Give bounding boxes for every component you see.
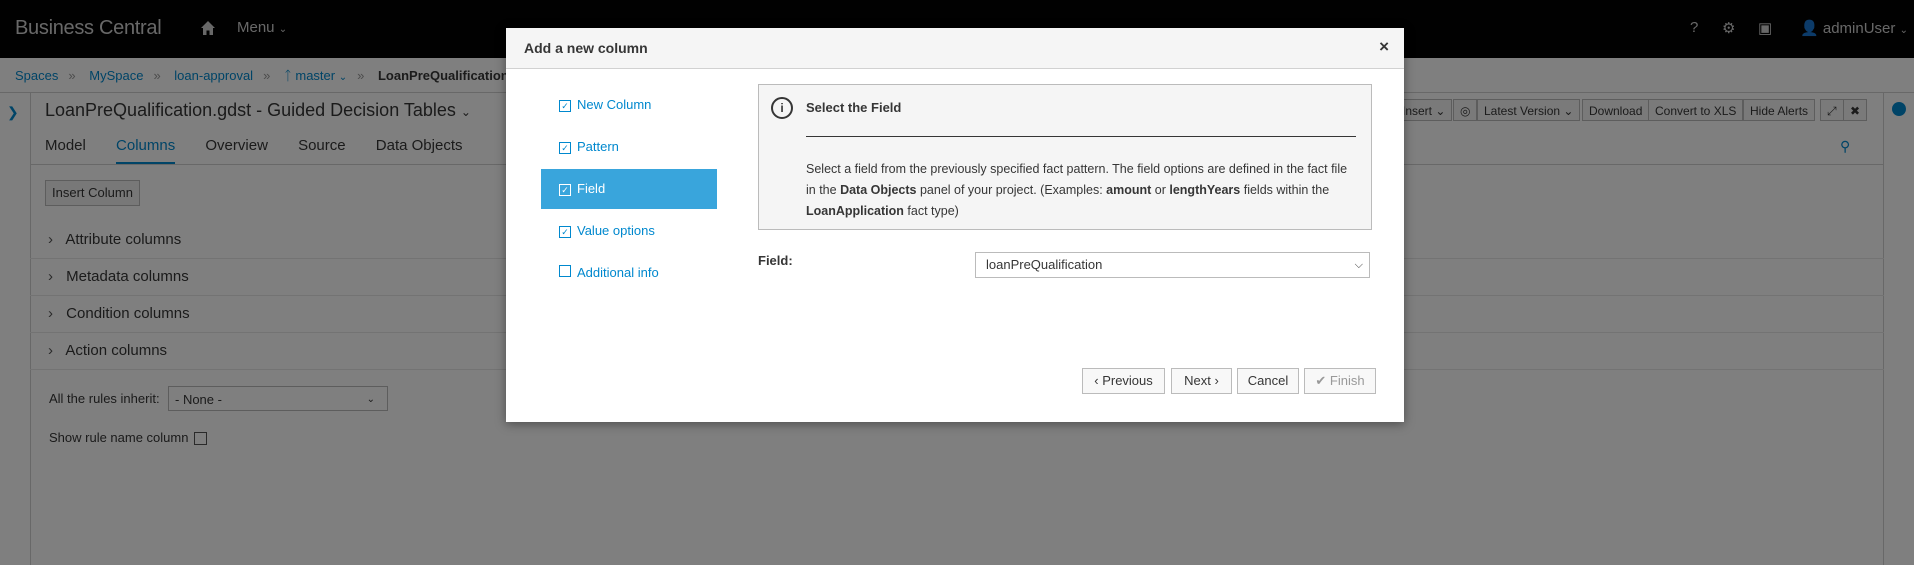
check-icon: ✔	[1315, 373, 1327, 388]
step-label: New Column	[577, 97, 652, 112]
chevron-right-icon: ›	[1214, 373, 1219, 388]
checkbox-unchecked-icon	[559, 265, 571, 277]
step-label: Additional info	[577, 265, 659, 280]
field-label: Field:	[758, 253, 793, 268]
step-new-column[interactable]: ✓ New Column	[541, 85, 717, 125]
checkbox-checked-icon: ✓	[559, 100, 571, 112]
finish-button[interactable]: ✔ Finish	[1304, 368, 1376, 394]
chevron-left-icon: ‹	[1094, 373, 1099, 388]
dialog-header: Add a new column ×	[506, 28, 1404, 69]
previous-button[interactable]: ‹ Previous	[1082, 368, 1165, 394]
checkbox-checked-icon: ✓	[559, 226, 571, 238]
step-pattern[interactable]: ✓ Pattern	[541, 127, 717, 167]
info-panel: i Select the Field Select a field from t…	[758, 84, 1372, 230]
chevron-down-icon: ⌵	[1354, 259, 1363, 271]
next-button[interactable]: Next ›	[1171, 368, 1232, 394]
close-icon[interactable]: ×	[1379, 37, 1389, 57]
field-value: loanPreQualification	[986, 257, 1103, 272]
dialog-title: Add a new column	[524, 40, 648, 56]
wizard-steps: ✓ New Column ✓ Pattern ✓ Field ✓ Value optio…	[541, 85, 717, 295]
step-value-options[interactable]: ✓ Value options	[541, 211, 717, 251]
step-additional-info[interactable]: Additional info	[541, 253, 717, 293]
info-title: Select the Field	[806, 100, 902, 115]
info-icon: i	[771, 97, 793, 119]
checkbox-checked-icon: ✓	[559, 142, 571, 154]
next-label: Next	[1184, 373, 1211, 388]
previous-label: Previous	[1102, 373, 1153, 388]
info-text: Select a field from the previously speci…	[806, 162, 1348, 218]
cancel-button[interactable]: Cancel	[1237, 368, 1299, 394]
step-label: Value options	[577, 223, 655, 238]
field-select[interactable]: loanPreQualification ⌵	[975, 252, 1370, 278]
checkbox-checked-icon: ✓	[559, 184, 571, 196]
step-label: Pattern	[577, 139, 619, 154]
step-field[interactable]: ✓ Field	[541, 169, 717, 209]
step-label: Field	[577, 181, 606, 196]
finish-label: Finish	[1329, 373, 1365, 388]
add-column-dialog: Add a new column × ✓ New Column ✓ Pattern …	[506, 28, 1404, 422]
divider	[806, 136, 1356, 137]
